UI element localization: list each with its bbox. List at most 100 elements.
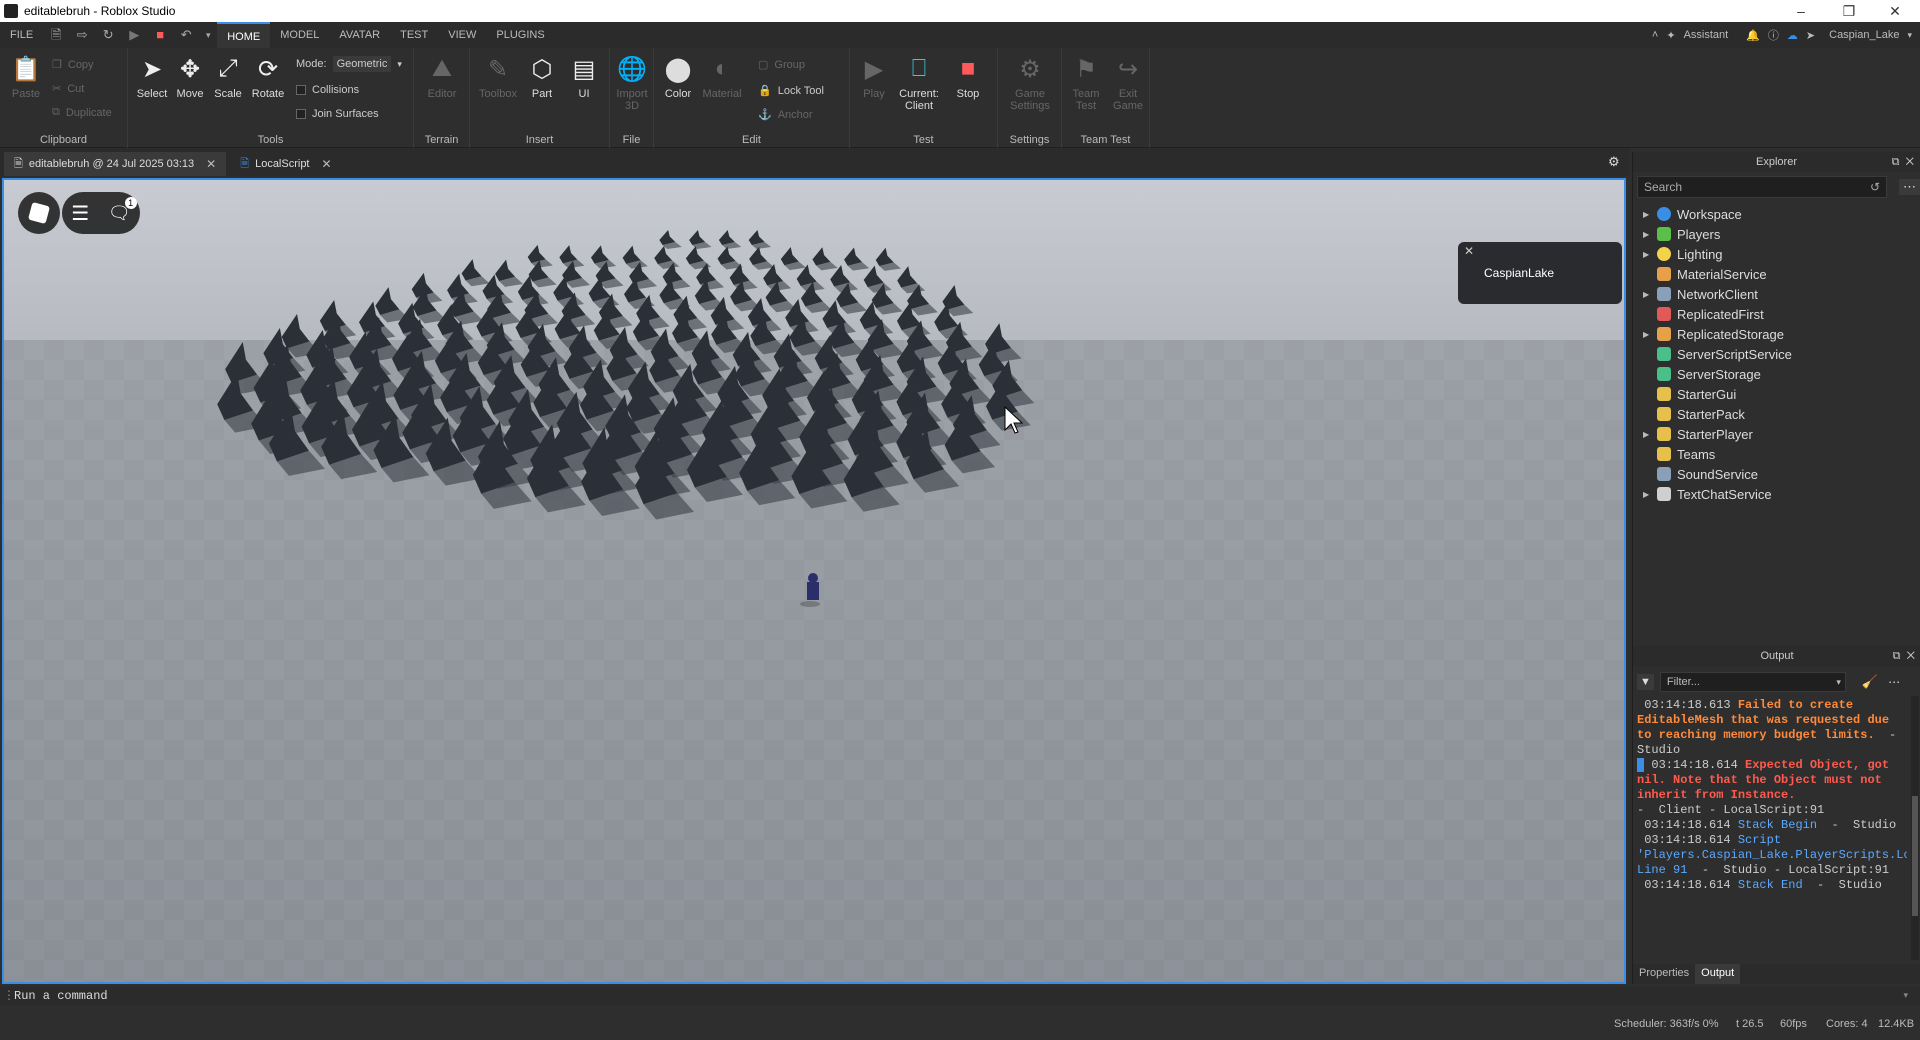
explorer-more-icon[interactable]: ⋯	[1899, 179, 1920, 195]
scale-button[interactable]: ⤢ Scale	[208, 54, 248, 100]
rotate-button[interactable]: ⟳ Rotate	[248, 54, 288, 101]
terrain-editor-button[interactable]: ⛰ Editor	[422, 54, 462, 100]
chat-icon[interactable]: 🗨 1	[108, 196, 137, 224]
restore-button[interactable]: ❐	[1826, 0, 1872, 22]
quick-access-dropdown-icon[interactable]: ▾	[204, 27, 212, 43]
tree-item-replicatedstorage[interactable]: ▶ ReplicatedStorage	[1633, 324, 1920, 344]
tab-place[interactable]: 🗎 editablebruh @ 24 Jul 2025 03:13 ✕	[4, 152, 227, 176]
tab-output[interactable]: Output	[1695, 964, 1741, 984]
import-3d-button[interactable]: 🌐 Import 3D	[612, 54, 652, 113]
user-name[interactable]: Caspian_Lake	[1829, 29, 1899, 41]
expand-arrow-icon[interactable]: ▶	[1643, 490, 1653, 499]
tree-item-textchatservice[interactable]: ▶ TextChatService	[1633, 484, 1920, 504]
stop-quick-icon[interactable]: ■	[152, 27, 168, 43]
tree-item-materialservice[interactable]: MaterialService	[1633, 264, 1920, 284]
3d-viewport[interactable]: ☰ 🗨 1 ✕ CaspianLake	[2, 178, 1626, 984]
expand-arrow-icon[interactable]: ▶	[1643, 290, 1653, 299]
tree-item-serverstorage[interactable]: ServerStorage	[1633, 364, 1920, 384]
ui-button[interactable]: ▤ UI	[564, 54, 604, 101]
expand-arrow-icon[interactable]: ▶	[1643, 250, 1653, 259]
duplicate-button[interactable]: ⧉ Duplicate	[52, 106, 112, 119]
share-icon[interactable]: ➤	[1806, 29, 1815, 42]
mode-value[interactable]: Geometric	[332, 56, 392, 72]
mode-dropdown-icon[interactable]: ▾	[397, 59, 402, 70]
new-file-icon[interactable]: 🗎	[48, 27, 64, 43]
clear-output-icon[interactable]: 🧹	[1862, 674, 1878, 690]
team-test-button[interactable]: ⚑ Team Test	[1066, 54, 1106, 113]
tab-avatar[interactable]: AVATAR	[329, 22, 390, 48]
game-settings-button[interactable]: ⚙ Game Settings	[1008, 54, 1052, 113]
notification-close-icon[interactable]: ✕	[1464, 244, 1474, 258]
help-icon[interactable]: ⓘ	[1768, 27, 1779, 43]
user-dropdown-icon[interactable]: ▾	[1907, 30, 1912, 41]
anchor-button[interactable]: ⚓ Anchor	[758, 108, 813, 122]
undo-icon[interactable]: ↶	[178, 27, 194, 43]
select-button[interactable]: ➤ Select	[132, 54, 172, 101]
collisions-toggle[interactable]: Collisions	[296, 84, 359, 96]
assistant-button[interactable]: Assistant	[1684, 29, 1729, 41]
tab-home[interactable]: HOME	[217, 22, 271, 48]
cloud-icon[interactable]: ☁	[1787, 29, 1798, 42]
join-surfaces-checkbox[interactable]	[296, 109, 306, 119]
output-scrollbar[interactable]	[1911, 696, 1919, 960]
play-button[interactable]: ▶ Play	[854, 54, 894, 101]
material-button[interactable]: ◐ Material	[702, 54, 742, 100]
output-filter-input[interactable]: Filter... ▾	[1659, 672, 1846, 692]
tab-localscript[interactable]: 🗎 LocalScript ✕	[230, 152, 341, 176]
command-bar[interactable]: ⋮ Run a command ▾	[0, 986, 1920, 1006]
close-window-button[interactable]: ✕	[1872, 0, 1918, 22]
paste-button[interactable]: 📋 Paste	[6, 54, 46, 101]
tab-model[interactable]: MODEL	[270, 22, 329, 48]
minimize-button[interactable]: –	[1778, 0, 1824, 22]
explorer-search-input[interactable]: Search ↺	[1637, 176, 1887, 198]
search-history-icon[interactable]: ↺	[1870, 177, 1880, 197]
output-undock-icon[interactable]: ⧉	[1893, 650, 1901, 662]
command-dropdown-icon[interactable]: ▾	[1903, 986, 1908, 1006]
toolbox-button[interactable]: ✎ Toolbox	[478, 54, 518, 101]
join-surfaces-toggle[interactable]: Join Surfaces	[296, 108, 379, 120]
scene-canvas[interactable]	[4, 180, 1624, 982]
group-button[interactable]: ▢ Group	[758, 58, 805, 72]
notifications-icon[interactable]: 🔔	[1746, 29, 1760, 42]
cut-button[interactable]: ✂ Cut	[52, 82, 84, 96]
current-client-button[interactable]: ⎕ Current: Client	[894, 54, 944, 112]
tree-item-teams[interactable]: Teams	[1633, 444, 1920, 464]
close-place-tab-icon[interactable]: ✕	[206, 157, 216, 171]
output-log[interactable]: 03:14:18.613 Failed to create EditableMe…	[1637, 698, 1907, 958]
tab-test[interactable]: TEST	[390, 22, 438, 48]
tree-item-lighting[interactable]: ▶ Lighting	[1633, 244, 1920, 264]
close-localscript-tab-icon[interactable]: ✕	[322, 157, 332, 171]
redo-history-icon[interactable]: ↻	[100, 27, 116, 43]
filter-dropdown-icon[interactable]: ▾	[1836, 673, 1841, 691]
tab-view[interactable]: VIEW	[438, 22, 486, 48]
filter-icon[interactable]: ▼	[1637, 674, 1654, 690]
tree-item-startergui[interactable]: StarterGui	[1633, 384, 1920, 404]
assistant-icon[interactable]: ✦	[1666, 29, 1675, 42]
expand-arrow-icon[interactable]: ▶	[1643, 430, 1653, 439]
exit-game-button[interactable]: ↪ Exit Game	[1108, 54, 1148, 113]
output-close-icon[interactable]: ✕	[1907, 650, 1915, 662]
output-more-icon[interactable]: ⋯	[1888, 675, 1900, 689]
tree-item-starterpack[interactable]: StarterPack	[1633, 404, 1920, 424]
viewport-settings-icon[interactable]: ⚙	[1608, 154, 1620, 170]
file-menu[interactable]: FILE	[0, 22, 43, 48]
lock-tool-button[interactable]: 🔒 Lock Tool	[758, 84, 824, 98]
mode-selector[interactable]: Mode: Geometric ▾	[296, 56, 402, 72]
tree-item-replicatedfirst[interactable]: ReplicatedFirst	[1633, 304, 1920, 324]
tree-item-networkclient[interactable]: ▶ NetworkClient	[1633, 284, 1920, 304]
move-button[interactable]: ✥ Move	[170, 54, 210, 101]
tree-item-workspace[interactable]: ▶ Workspace	[1633, 204, 1920, 224]
hamburger-menu-icon[interactable]: ☰	[71, 201, 89, 226]
part-button[interactable]: ⬡ Part	[522, 54, 562, 101]
explorer-undock-icon[interactable]: ⧉	[1892, 156, 1900, 168]
tree-item-soundservice[interactable]: SoundService	[1633, 464, 1920, 484]
color-button[interactable]: ⬤ Color	[658, 54, 698, 101]
collisions-checkbox[interactable]	[296, 85, 306, 95]
collapse-ribbon-icon[interactable]: ˄	[1652, 29, 1658, 41]
stop-button[interactable]: ■ Stop	[948, 54, 988, 100]
tree-item-serverscriptservice[interactable]: ServerScriptService	[1633, 344, 1920, 364]
expand-arrow-icon[interactable]: ▶	[1643, 210, 1653, 219]
play-quick-icon[interactable]: ▶	[126, 27, 142, 43]
tab-properties[interactable]: Properties	[1633, 964, 1695, 984]
explorer-close-icon[interactable]: ✕	[1906, 156, 1914, 168]
